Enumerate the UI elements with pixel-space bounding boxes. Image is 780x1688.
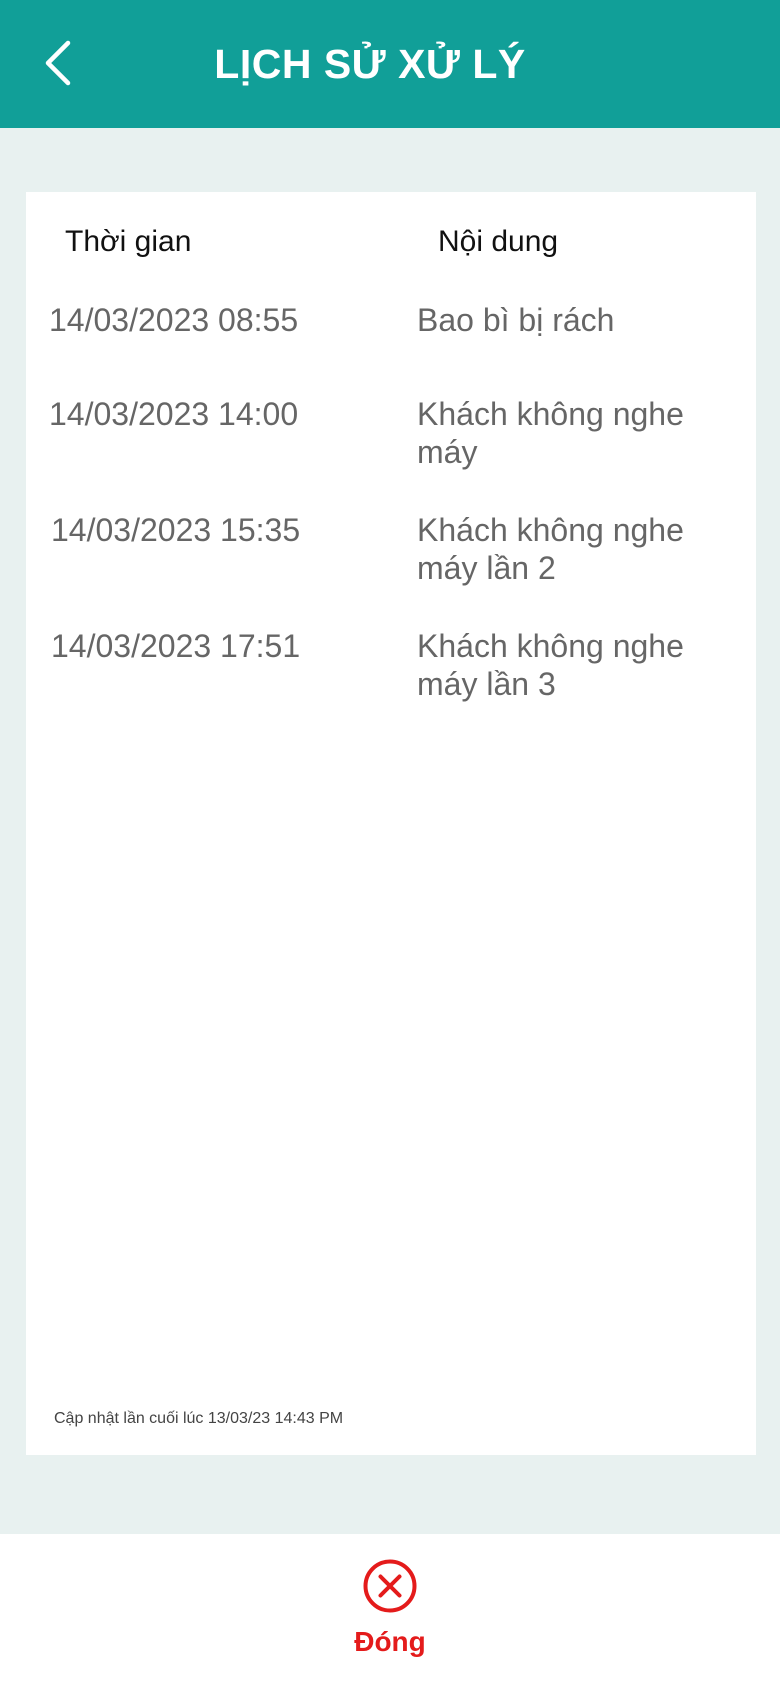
row-content: Khách không nghe máy [417,396,684,470]
bottom-bar: Đóng [0,1534,780,1688]
row-time: 14/03/2023 08:55 [49,302,299,338]
row-time: 14/03/2023 15:35 [51,512,301,548]
last-updated-text: Cập nhật lần cuối lúc 13/03/23 14:43 PM [54,1410,344,1427]
row-content: Khách không nghe máy lần 2 [417,512,684,586]
close-button[interactable]: Đóng [330,1558,450,1678]
row-time: 14/03/2023 17:51 [51,628,301,664]
app-header: LỊCH SỬ XỬ LÝ [0,0,780,128]
row-time: 14/03/2023 14:00 [49,396,299,432]
history-card: Thời gian Nội dung 14/03/2023 08:55 Bao … [26,192,756,1455]
close-label: Đóng [354,1626,426,1657]
row-content: Bao bì bị rách [417,302,615,338]
close-circle-icon [363,1559,417,1613]
column-header-content: Nội dung [438,225,559,258]
page-title: LỊCH SỬ XỬ LÝ [214,41,526,87]
column-header-time: Thời gian [65,225,192,258]
row-content: Khách không nghe máy lần 3 [417,628,684,702]
